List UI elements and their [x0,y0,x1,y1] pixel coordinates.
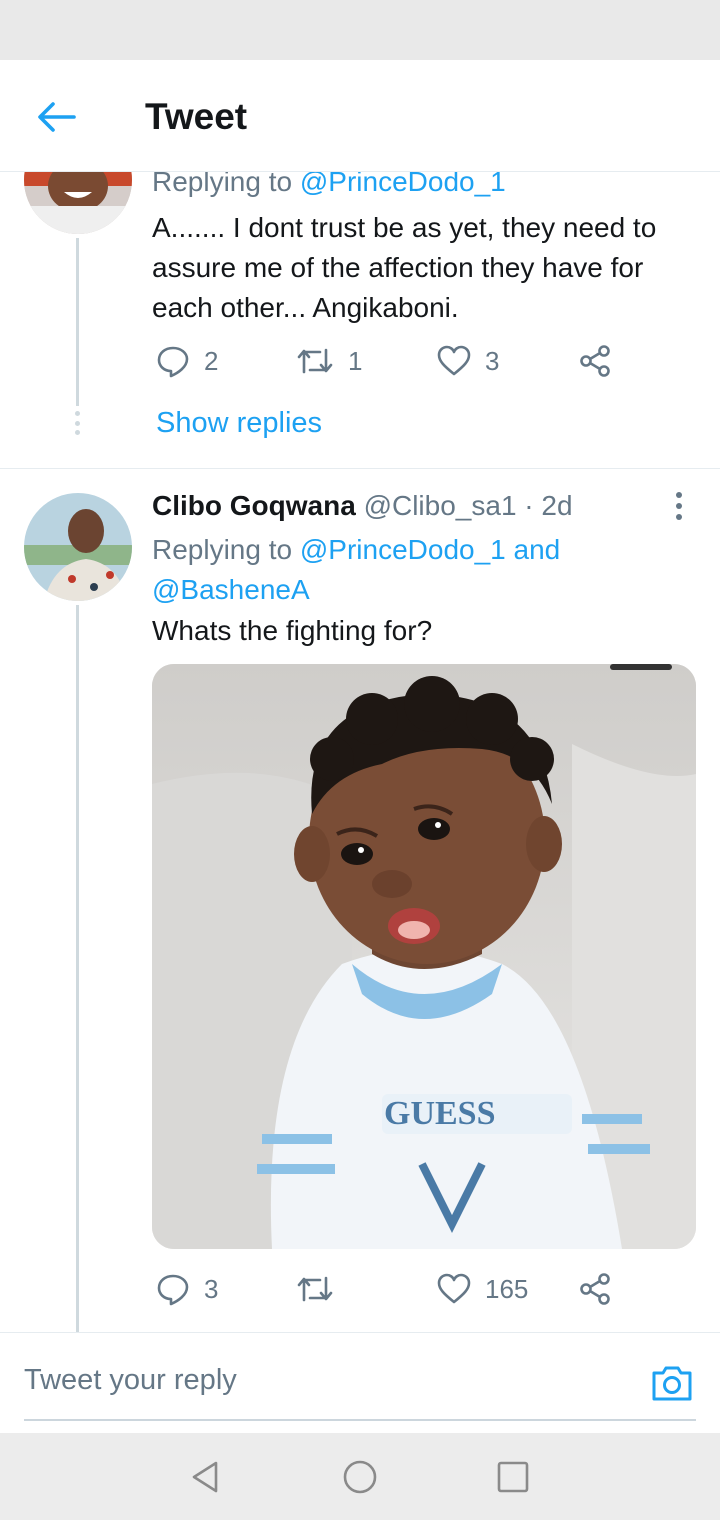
replying-to-label: Replying to [152,534,300,565]
like-button[interactable]: 3 [437,344,499,378]
nav-home-button[interactable] [342,1459,378,1495]
tweet-text: A....... I dont trust be as yet, they ne… [152,212,657,323]
circle-home-icon [343,1460,377,1494]
retweet-count: 1 [348,345,363,376]
like-button[interactable]: 165 [437,1272,528,1306]
page-title: Tweet [145,96,248,137]
heart-icon [437,1273,471,1304]
app-header: Tweet [0,60,720,172]
thread-line [76,238,79,406]
share-icon [580,1273,610,1305]
reply-count: 2 [204,345,219,376]
retweet-button[interactable]: 1 [296,344,362,378]
show-replies-link[interactable]: Show replies [156,407,322,440]
camera-button[interactable] [650,1361,694,1405]
nav-recents-button[interactable] [495,1459,531,1495]
reply-count: 3 [204,1273,219,1304]
arrow-left-icon [38,102,76,132]
tweet-reply-1[interactable]: Replying to @PrinceDodo_1 A....... I don… [0,172,720,469]
avatar[interactable] [24,493,132,601]
triangle-back-icon [192,1461,218,1493]
input-underline [24,1419,696,1421]
reply-input[interactable]: Tweet your reply [24,1364,237,1397]
square-recents-icon [497,1461,529,1493]
back-button[interactable] [32,96,80,138]
tweet-text: Whats the fighting for? [152,615,433,646]
replying-to: Replying to @PrinceDodo_1 [152,172,506,198]
reply-icon [157,1274,189,1306]
reply-icon [157,346,189,378]
mention-link[interactable]: @PrinceDodo_1 [300,172,506,197]
separator: · [516,490,542,521]
tweet-image[interactable]: GUESS [152,664,696,1249]
avatar[interactable] [24,172,132,234]
status-bar [0,0,720,60]
retweet-icon [297,348,333,374]
shirt-logo: GUESS [384,1095,496,1132]
nav-back-button[interactable] [188,1459,224,1495]
share-icon [580,345,610,377]
camera-icon [652,1366,692,1401]
more-options-icon[interactable] [676,492,684,520]
like-count: 165 [485,1273,529,1304]
share-button[interactable] [578,344,612,378]
replying-to: Replying to @PrinceDodo_1 and @BasheneA [152,530,672,610]
share-button[interactable] [578,1272,612,1306]
replying-to-and: and [505,534,561,565]
thread-more-icon [75,411,80,435]
avatar-photo [24,172,132,234]
user-handle[interactable]: @Clibo_sa1 [364,490,517,521]
retweet-icon [297,1276,333,1302]
reply-button[interactable]: 3 [156,1272,218,1306]
avatar-photo [24,493,132,601]
thread-line [76,605,79,1332]
mention-link[interactable]: @PrinceDodo_1 [300,534,506,565]
reply-button[interactable]: 2 [156,344,218,378]
tweet-reply-2[interactable]: Clibo Goqwana @Clibo_sa1 · 2d Replying t… [0,470,720,1332]
tweet-header: Clibo Goqwana @Clibo_sa1 · 2d [152,490,573,522]
baby-photo: GUESS [152,664,696,1249]
display-name[interactable]: Clibo Goqwana [152,490,356,521]
system-nav-bar [0,1433,720,1520]
retweet-button[interactable] [296,1272,348,1306]
timestamp: 2d [541,490,573,521]
like-count: 3 [485,345,500,376]
heart-icon [437,345,471,376]
mention-link[interactable]: @BasheneA [152,574,310,605]
replying-to-label: Replying to [152,172,300,197]
reply-composer: Tweet your reply [0,1333,720,1433]
